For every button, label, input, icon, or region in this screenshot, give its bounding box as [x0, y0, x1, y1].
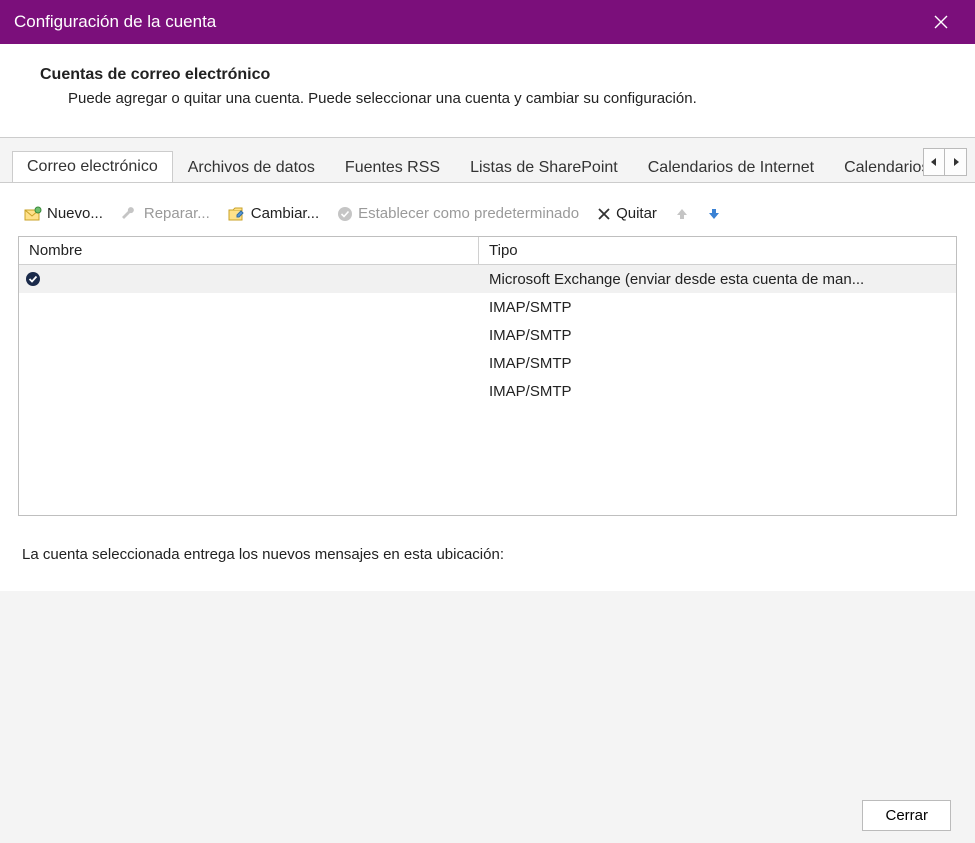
- account-type: IMAP/SMTP: [479, 355, 956, 372]
- tab-scroll-controls: [923, 148, 967, 176]
- tab-scroll-left-button[interactable]: [923, 148, 945, 176]
- toolbar-label: Reparar...: [144, 205, 210, 222]
- arrow-up-icon: [675, 207, 689, 221]
- tab-data-files[interactable]: Archivos de datos: [173, 152, 330, 182]
- account-type: Microsoft Exchange (enviar desde esta cu…: [479, 271, 956, 288]
- toolbar-label: Quitar: [616, 205, 657, 222]
- close-button[interactable]: [921, 0, 961, 44]
- window-title: Configuración de la cuenta: [14, 12, 216, 32]
- tab-label: Archivos de datos: [188, 159, 315, 176]
- account-type: IMAP/SMTP: [479, 327, 956, 344]
- intro-description: Puede agregar o quitar una cuenta. Puede…: [68, 90, 935, 107]
- grid-body: Microsoft Exchange (enviar desde esta cu…: [19, 265, 956, 405]
- tab-internet-calendars[interactable]: Calendarios de Internet: [633, 152, 829, 182]
- account-row[interactable]: IMAP/SMTP: [19, 293, 956, 321]
- triangle-right-icon: [952, 158, 960, 166]
- toolbar-label: Cambiar...: [251, 205, 319, 222]
- change-button[interactable]: Cambiar...: [224, 203, 323, 224]
- tab-scroll-right-button[interactable]: [945, 148, 967, 176]
- tabs-bar: Correo electrónico Archivos de datos Fue…: [0, 138, 975, 183]
- tab-rss[interactable]: Fuentes RSS: [330, 152, 455, 182]
- default-account-check-icon: [25, 271, 41, 287]
- check-circle-icon: [337, 206, 353, 222]
- tab-label: Correo electrónico: [27, 158, 158, 175]
- move-up-button: [671, 205, 693, 223]
- toolbar: Nuevo... Reparar... Cambiar...: [18, 197, 957, 236]
- mail-new-icon: [24, 206, 42, 222]
- folder-edit-icon: [228, 206, 246, 222]
- close-icon: [933, 14, 949, 30]
- account-row[interactable]: IMAP/SMTP: [19, 321, 956, 349]
- intro-section: Cuentas de correo electrónico Puede agre…: [0, 44, 975, 138]
- x-icon: [597, 207, 611, 221]
- move-down-button[interactable]: [703, 205, 725, 223]
- column-header-type[interactable]: Tipo: [479, 237, 956, 264]
- account-type: IMAP/SMTP: [479, 383, 956, 400]
- toolbar-label: Establecer como predeterminado: [358, 205, 579, 222]
- titlebar: Configuración de la cuenta: [0, 0, 975, 44]
- arrow-down-icon: [707, 207, 721, 221]
- wrench-icon: [121, 206, 139, 222]
- account-row[interactable]: IMAP/SMTP: [19, 349, 956, 377]
- repair-button: Reparar...: [117, 203, 214, 224]
- grid-header-row: Nombre Tipo: [19, 237, 956, 265]
- tab-label: Listas de SharePoint: [470, 159, 618, 176]
- tab-email[interactable]: Correo electrónico: [12, 151, 173, 182]
- tab-sharepoint[interactable]: Listas de SharePoint: [455, 152, 633, 182]
- tab-label: Calendarios de Internet: [648, 159, 814, 176]
- remove-button[interactable]: Quitar: [593, 203, 661, 224]
- account-row[interactable]: Microsoft Exchange (enviar desde esta cu…: [19, 265, 956, 293]
- account-row[interactable]: IMAP/SMTP: [19, 377, 956, 405]
- tab-label: Fuentes RSS: [345, 159, 440, 176]
- set-default-button: Establecer como predeterminado: [333, 203, 583, 224]
- close-dialog-button[interactable]: Cerrar: [862, 800, 951, 831]
- new-account-button[interactable]: Nuevo...: [20, 203, 107, 224]
- toolbar-label: Nuevo...: [47, 205, 103, 222]
- triangle-left-icon: [930, 158, 938, 166]
- delivery-location-label: La cuenta seleccionada entrega los nuevo…: [18, 516, 957, 573]
- accounts-grid: Nombre Tipo Microsoft Exchange (enviar d…: [18, 236, 957, 516]
- dialog-footer: Cerrar: [862, 800, 951, 831]
- tab-panel-email: Nuevo... Reparar... Cambiar...: [0, 183, 975, 591]
- column-header-name[interactable]: Nombre: [19, 237, 479, 264]
- button-label: Cerrar: [885, 807, 928, 824]
- account-type: IMAP/SMTP: [479, 299, 956, 316]
- intro-title: Cuentas de correo electrónico: [40, 66, 935, 84]
